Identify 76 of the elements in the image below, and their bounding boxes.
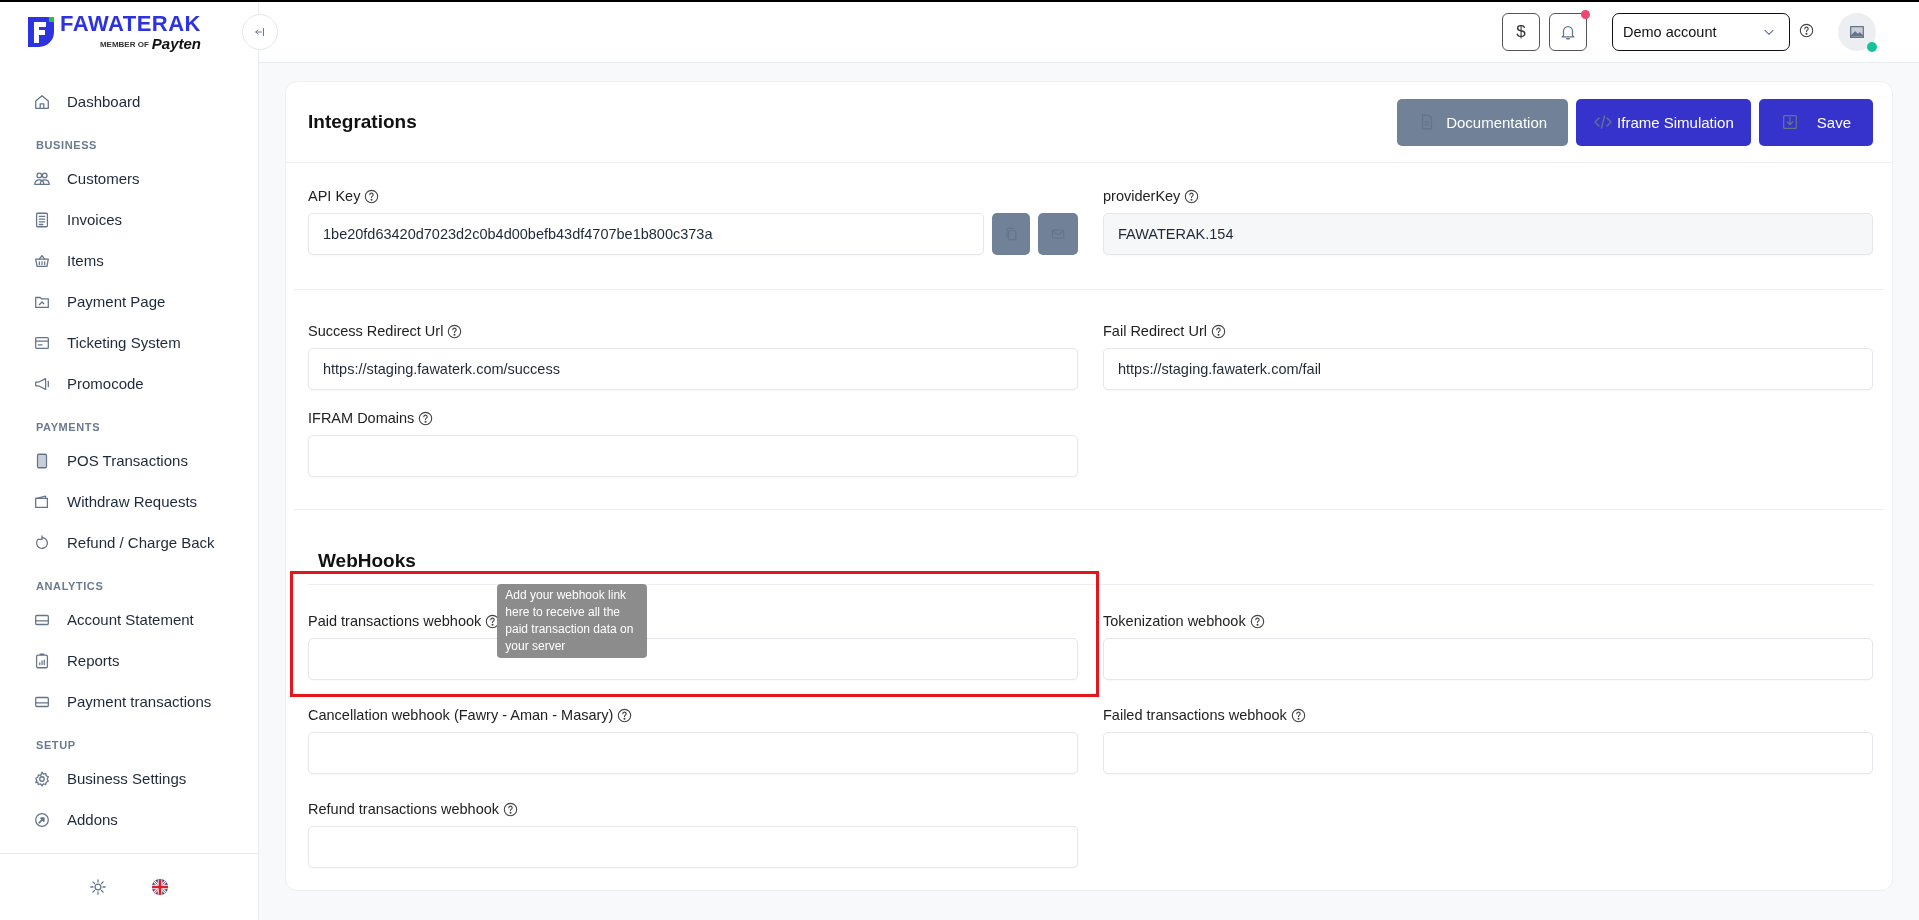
tooltip: Add your webhook link here to receive all the paid transaction data on your server (497, 583, 648, 658)
sidebar-item[interactable]: Invoices (0, 199, 258, 240)
help-icon[interactable] (1249, 613, 1265, 629)
sidebar-item[interactable]: Promocode (0, 363, 258, 404)
toolbar-button[interactable]: Iframe Simulation (1576, 98, 1751, 146)
sidebar-item[interactable]: Payment Page (0, 281, 258, 322)
document-icon (33, 210, 51, 229)
avatar[interactable] (1838, 13, 1876, 51)
flag-icon[interactable] (151, 878, 169, 896)
input-field[interactable] (308, 435, 1078, 477)
download-icon (1780, 113, 1799, 131)
field-label: Success Redirect Url (308, 323, 444, 339)
help-icon[interactable] (364, 188, 380, 204)
sidebar-section-title: PAYMENTS (35, 420, 102, 435)
toolbar-button[interactable]: Documentation (1397, 98, 1569, 146)
sidebar-item[interactable]: Addons (0, 799, 258, 840)
sidebar-item[interactable]: Ticketing System (0, 322, 258, 363)
toolbar-button[interactable]: Save (1758, 98, 1873, 146)
sidebar-item[interactable]: POS Transactions (0, 440, 258, 481)
input-field[interactable]: 1be20fd63420d7023d2c0b4d00befb43df4707be1b800c373a (308, 213, 984, 255)
input-field[interactable] (1103, 638, 1873, 680)
input-field[interactable] (308, 732, 1078, 774)
arrow-left-icon (253, 25, 267, 39)
brand-name: FAWATERAK (60, 12, 201, 36)
home-icon (33, 92, 51, 111)
help-icon[interactable] (1210, 323, 1226, 339)
sidebar-item[interactable]: Payment transactions (0, 681, 258, 722)
sidebar-item[interactable]: Customers (0, 158, 258, 199)
input-field[interactable] (1103, 732, 1873, 774)
field-label: API Key (308, 188, 361, 204)
help-icon[interactable] (1290, 707, 1306, 723)
people-icon (33, 169, 51, 188)
field-label: providerKey (1103, 188, 1181, 204)
field-label: Fail Redirect Url (1103, 323, 1207, 339)
account-select[interactable]: Demo account (1612, 13, 1790, 51)
sidebar-item[interactable]: Refund / Charge Back (0, 522, 258, 563)
sun-icon (89, 878, 107, 896)
help-icon[interactable] (1799, 22, 1814, 38)
input-field[interactable] (308, 826, 1078, 868)
field-label: Paid transactions webhook (308, 613, 482, 629)
settings-icon (33, 769, 51, 788)
help-icon[interactable] (1184, 188, 1200, 204)
bell-icon (1559, 23, 1577, 41)
field-label: Failed transactions webhook (1103, 707, 1287, 723)
partner-name: Payten (151, 36, 201, 52)
code-icon (1593, 112, 1614, 132)
page-title: Integrations (308, 111, 418, 133)
sidebar-item[interactable]: Dashboard (0, 81, 258, 122)
sidebar-item[interactable]: Reports (0, 640, 258, 681)
sidebar-section-title: BUSINESS (35, 138, 99, 153)
sidebar-item[interactable]: Business Settings (0, 758, 258, 799)
help-icon[interactable] (447, 323, 463, 339)
help-icon[interactable] (503, 801, 519, 817)
logo-icon (28, 17, 54, 47)
help-icon[interactable] (617, 707, 633, 723)
image-icon (1848, 23, 1866, 41)
sidebar-item[interactable]: Items (0, 240, 258, 281)
field-label: Cancellation webhook (Fawry - Aman - Masary) (308, 707, 614, 723)
chart-icon (33, 651, 51, 670)
input-field[interactable] (308, 638, 1078, 680)
notifications-button[interactable] (1549, 13, 1587, 51)
sidebar-item[interactable]: Withdraw Requests (0, 481, 258, 522)
refresh-icon (33, 533, 51, 552)
sidebar-section-title: SETUP (35, 738, 77, 753)
input-field[interactable]: https://staging.fawaterk.com/success (308, 348, 1078, 390)
brand-tagline: MEMBER OF (99, 39, 149, 49)
field-label: Tokenization webhook (1103, 613, 1246, 629)
currency-button[interactable]: $ (1502, 13, 1540, 51)
input-field[interactable]: FAWATERAK.154 (1103, 213, 1873, 255)
sidebar-section-title: ANALYTICS (35, 579, 105, 594)
wallet-icon (33, 492, 51, 511)
sidebar-item[interactable]: Account Statement (0, 599, 258, 640)
input-field[interactable]: https://staging.fawaterk.com/fail (1103, 348, 1873, 390)
help-icon[interactable] (418, 410, 434, 426)
field-label: IFRAM Domains (308, 410, 415, 426)
field-label: Refund transactions webhook (308, 801, 500, 817)
